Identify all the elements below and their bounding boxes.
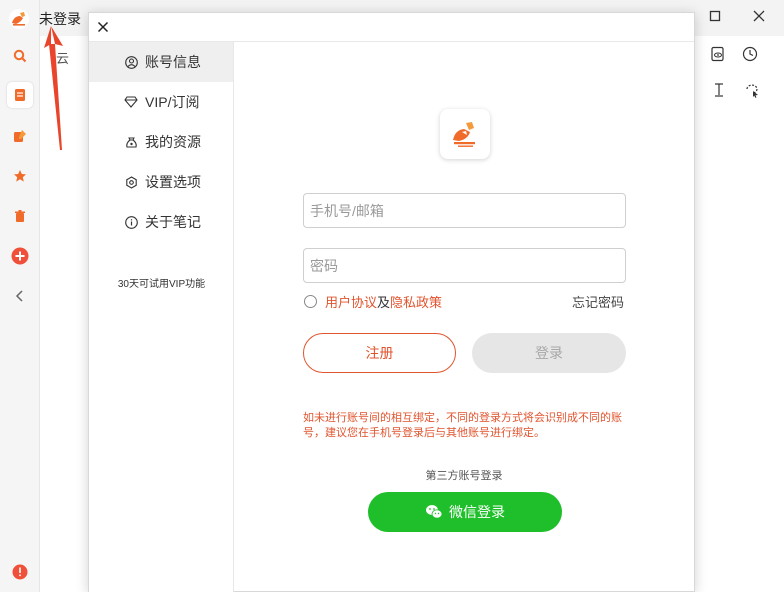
background-partial-text: 云 xyxy=(56,51,70,66)
vip-trial-note: 30天可试用VIP功能 xyxy=(117,279,206,290)
lasso-select-icon[interactable] xyxy=(742,80,762,100)
agreement-conjunction: 及 xyxy=(377,295,391,310)
register-button[interactable]: 注册 xyxy=(303,333,456,373)
star-icon[interactable] xyxy=(9,165,31,187)
preview-icon[interactable] xyxy=(708,44,728,64)
login-button[interactable]: 登录 xyxy=(472,333,626,373)
nav-label: 账号信息 xyxy=(145,54,201,70)
diamond-icon xyxy=(124,95,138,109)
agreement-row: 用户协议 及 隐私政策 xyxy=(304,292,442,311)
settings-icon xyxy=(124,175,138,189)
alert-icon[interactable] xyxy=(9,561,31,583)
nav-label: 我的资源 xyxy=(145,134,201,150)
notes-icon[interactable] xyxy=(7,82,33,108)
nav-item-account[interactable]: 账号信息 xyxy=(89,42,233,82)
search-icon[interactable] xyxy=(9,45,31,67)
dialog-header xyxy=(89,13,694,42)
window-close-icon[interactable] xyxy=(749,6,769,26)
wechat-login-label: 微信登录 xyxy=(449,504,505,520)
app-logo-icon xyxy=(8,8,30,30)
text-cursor-icon[interactable] xyxy=(709,80,729,100)
nav-item-about[interactable]: 关于笔记 xyxy=(89,202,233,242)
trash-icon[interactable] xyxy=(9,205,31,227)
dialog-close-icon[interactable] xyxy=(94,18,112,36)
add-icon[interactable] xyxy=(9,245,31,267)
nav-item-vip[interactable]: VIP/订阅 xyxy=(89,82,233,122)
nav-label: VIP/订阅 xyxy=(145,94,200,110)
user-status-label[interactable]: 未登录 xyxy=(39,9,81,29)
nav-item-resources[interactable]: 我的资源 xyxy=(89,122,233,162)
password-input[interactable] xyxy=(303,248,626,283)
nav-label: 设置选项 xyxy=(145,174,201,190)
edit-icon[interactable] xyxy=(9,125,31,147)
app-left-sidebar xyxy=(0,0,40,592)
nav-label: 关于笔记 xyxy=(145,214,201,230)
binding-notice: 如未进行账号间的相互绑定，不同的登录方式将会识别成不同的账号，建议您在手机号登录… xyxy=(303,412,622,439)
wechat-login-button[interactable]: 微信登录 xyxy=(368,492,562,532)
account-dialog: 账号信息 VIP/订阅 我的资源 设置选项 关于笔记 30天可试用VIP功能 手… xyxy=(88,12,695,592)
user-circle-icon xyxy=(124,55,138,69)
brand-logo-icon xyxy=(440,109,490,159)
login-panel: 用户协议 及 隐私政策 忘记密码 注册 登录 如未进行账号间的相互绑定，不同的登… xyxy=(234,42,694,592)
dialog-side-nav: 账号信息 VIP/订阅 我的资源 设置选项 关于笔记 30天可试用VIP功能 xyxy=(89,42,234,592)
bag-icon xyxy=(124,135,138,149)
info-icon xyxy=(124,215,138,229)
wechat-icon xyxy=(425,504,443,520)
chevron-left-icon[interactable] xyxy=(9,285,31,307)
user-agreement-link[interactable]: 用户协议 xyxy=(325,292,377,311)
history-icon[interactable] xyxy=(740,44,760,64)
maximize-icon[interactable] xyxy=(705,6,725,26)
third-party-login-title: 第三方账号登录 xyxy=(425,470,503,482)
phone-email-input[interactable] xyxy=(303,193,626,228)
privacy-policy-link[interactable]: 隐私政策 xyxy=(390,292,442,311)
agreement-radio[interactable] xyxy=(304,295,317,308)
nav-item-settings[interactable]: 设置选项 xyxy=(89,162,233,202)
forgot-password-link[interactable]: 忘记密码 xyxy=(572,292,624,311)
